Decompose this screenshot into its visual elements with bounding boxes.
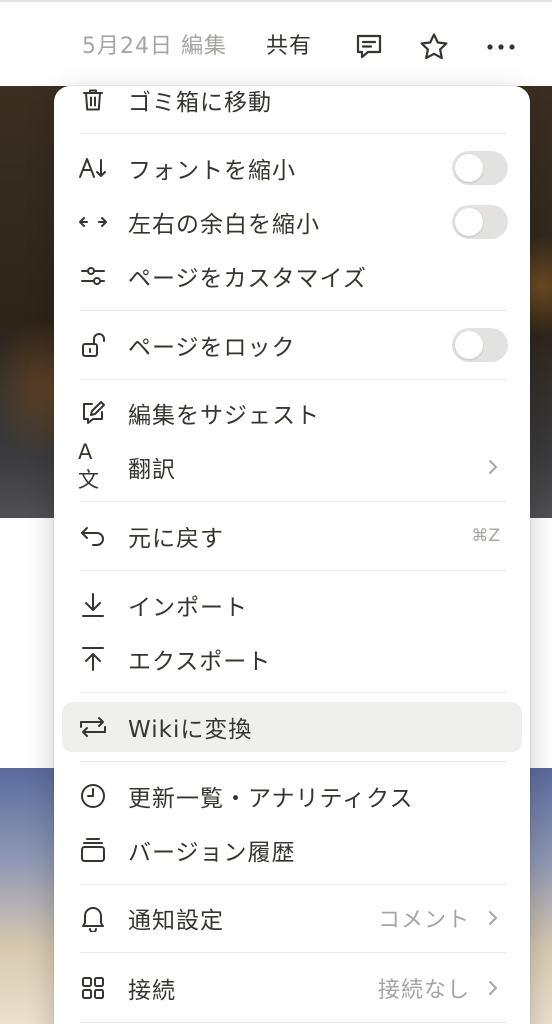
menu-label: エクスポート [128, 649, 272, 675]
menu-item-analytics[interactable]: 更新一覧・アナリティクス [62, 771, 522, 821]
menu-label: バージョン履歴 [128, 840, 296, 866]
undo-shortcut: ⌘Z [471, 526, 500, 546]
top-bar: 5月24日 編集 共有 [0, 0, 552, 86]
menu-item-notify[interactable]: 通知設定 コメント [62, 893, 522, 943]
menu-item-translate[interactable]: A文 翻訳 [62, 440, 522, 492]
divider [80, 310, 506, 311]
versions-icon [78, 835, 108, 865]
convert-icon [78, 712, 108, 742]
page-options-menu: ゴミ箱に移動 フォントを縮小 左右の余白を縮小 ページをカスタマイズ ページをロ… [54, 86, 530, 1024]
share-button[interactable]: 共有 [266, 28, 312, 60]
chevron-right-icon [482, 977, 504, 999]
menu-item-version-history[interactable]: バージョン履歴 [62, 825, 522, 875]
menu-item-import[interactable]: インポート [62, 580, 522, 630]
menu-item-undo[interactable]: 元に戻す ⌘Z [62, 511, 522, 561]
divider [80, 761, 506, 762]
comment-icon[interactable] [352, 30, 386, 64]
clock-icon [78, 781, 108, 811]
import-icon [78, 590, 108, 620]
width-arrows-icon [78, 207, 108, 237]
menu-item-customize[interactable]: ページをカスタマイズ [62, 251, 522, 301]
export-icon [78, 644, 108, 674]
menu-label: Wikiに変換 [128, 717, 253, 743]
menu-label: インポート [128, 595, 248, 621]
lock-toggle[interactable] [452, 328, 508, 362]
small-text-toggle[interactable] [452, 151, 508, 185]
menu-item-suggest[interactable]: 編集をサジェスト [62, 388, 522, 438]
notify-value: コメント [377, 908, 470, 933]
chevron-right-icon [482, 907, 504, 929]
grid-icon [78, 973, 108, 1003]
trash-icon [78, 85, 108, 115]
translate-icon-text: A文 [78, 440, 99, 492]
translate-icon: A文 [78, 440, 108, 492]
menu-label: 左右の余白を縮小 [128, 212, 320, 238]
menu-item-lock[interactable]: ページをロック [62, 320, 522, 370]
menu-item-export[interactable]: エクスポート [62, 634, 522, 684]
suggest-edit-icon [78, 398, 108, 428]
menu-label: 接続 [128, 978, 176, 1004]
star-icon[interactable] [417, 30, 451, 64]
connections-value: 接続なし [377, 978, 470, 1003]
divider [80, 692, 506, 693]
more-icon[interactable] [484, 30, 518, 64]
menu-item-wiki[interactable]: Wikiに変換 [62, 702, 522, 752]
menu-label: フォントを縮小 [128, 158, 296, 184]
divider [80, 570, 506, 571]
menu-label: 翻訳 [128, 457, 176, 483]
menu-label: 更新一覧・アナリティクス [128, 786, 414, 812]
divider [80, 501, 506, 502]
full-width-toggle[interactable] [452, 205, 508, 239]
menu-item-trash[interactable]: ゴミ箱に移動 [62, 75, 522, 125]
divider [80, 952, 506, 953]
divider [80, 379, 506, 380]
divider [80, 1022, 506, 1023]
font-size-icon [78, 153, 108, 183]
menu-item-small-text[interactable]: フォントを縮小 [62, 143, 522, 193]
menu-label: ページをカスタマイズ [128, 266, 367, 292]
bell-icon [78, 903, 108, 933]
unlock-icon [78, 330, 108, 360]
menu-item-connections[interactable]: 接続 接続なし [62, 963, 522, 1013]
divider [80, 884, 506, 885]
undo-icon [78, 521, 108, 551]
menu-label: 通知設定 [128, 908, 224, 934]
menu-label: 編集をサジェスト [128, 403, 320, 429]
menu-label: 元に戻す [128, 526, 224, 552]
last-edited-label: 5月24日 編集 [82, 34, 227, 59]
divider [80, 133, 506, 134]
sliders-icon [78, 261, 108, 291]
chevron-right-icon [482, 456, 504, 478]
menu-label: ゴミ箱に移動 [128, 90, 272, 116]
menu-label: ページをロック [128, 335, 296, 361]
menu-item-full-width[interactable]: 左右の余白を縮小 [62, 197, 522, 247]
